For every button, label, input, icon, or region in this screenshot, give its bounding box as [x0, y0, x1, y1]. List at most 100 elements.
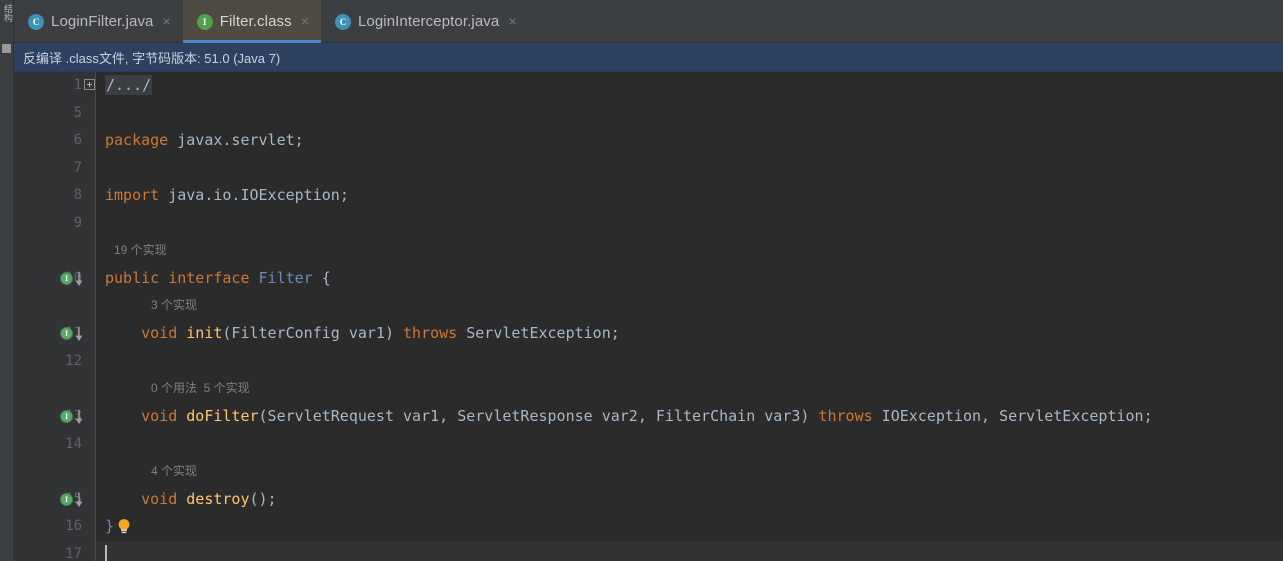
code-token: destroy	[186, 490, 250, 508]
inlay-hint[interactable]: 3 个实现	[151, 292, 197, 319]
code-line-text: import java.io.IOException;	[105, 182, 349, 209]
interface-icon: I	[196, 13, 213, 30]
code-row[interactable]: 0 个用法 5 个实现	[96, 375, 1283, 402]
code-row[interactable]: 4 个实现	[96, 458, 1283, 485]
code-token: void	[141, 490, 178, 508]
code-line-text: void doFilter(ServletRequest var1, Servl…	[105, 403, 1153, 430]
code-row[interactable]: }	[96, 513, 1283, 540]
code-row[interactable]	[96, 431, 1283, 458]
editor-tab-logininterceptor-java[interactable]: C LoginInterceptor.java ×	[321, 0, 529, 43]
code-row[interactable]: 3 个实现	[96, 292, 1283, 319]
code-token: IOException, ServletException;	[872, 407, 1153, 425]
code-token: ;	[339, 186, 349, 204]
gutter-row: 11 I	[14, 320, 83, 347]
gutter-row: 13 I	[14, 403, 83, 430]
code-row[interactable]: void destroy();	[96, 486, 1283, 513]
code-token: void	[141, 324, 178, 342]
code-token: javax.servlet	[168, 131, 295, 149]
code-token: java.io.IOException	[159, 186, 340, 204]
gutter-row: 14	[14, 431, 82, 458]
inlay-hint[interactable]: 19 个实现	[114, 237, 167, 264]
code-row[interactable]	[96, 100, 1283, 127]
code-row[interactable]: import java.io.IOException;	[96, 182, 1283, 209]
intellij-editor-window: 结构 C LoginFilter.java × I Filter.class × C Logi…	[0, 0, 1283, 561]
inlay-hint[interactable]: 4 个实现	[151, 458, 197, 485]
folded-placeholder-text[interactable]: /.../	[105, 75, 153, 95]
code-token: Filter	[258, 269, 313, 287]
gutter-row: 15 I	[14, 486, 83, 513]
folded-comment-region[interactable]: /.../	[105, 72, 153, 99]
line-number: 12	[65, 353, 82, 369]
gutter-row	[14, 237, 82, 264]
line-number: 17	[65, 546, 82, 561]
code-row[interactable]	[96, 210, 1283, 237]
interface-icon: I	[60, 410, 73, 423]
left-tool-window-stripe[interactable]: 结构	[0, 0, 14, 561]
code-folding-column[interactable]	[82, 72, 96, 561]
code-row[interactable]: package javax.servlet;	[96, 127, 1283, 154]
stripe-structure-label[interactable]: 结构	[1, 4, 13, 22]
code-row[interactable]: /.../	[96, 72, 1283, 99]
interface-icon: I	[60, 272, 73, 285]
tab-label: Filter.class	[219, 13, 292, 30]
code-token: ();	[249, 490, 277, 508]
code-text-area[interactable]: /.../package javax.servlet; import java.i…	[96, 72, 1283, 561]
close-icon[interactable]: ×	[506, 12, 518, 32]
code-token: init	[186, 324, 223, 342]
interface-icon: I	[60, 327, 73, 340]
code-row[interactable]	[96, 348, 1283, 375]
gutter-row: 17	[14, 541, 82, 561]
code-token: throws	[818, 407, 873, 425]
text-caret	[105, 545, 107, 561]
gutter-row	[14, 292, 82, 319]
code-token: (FilterConfig var1)	[222, 324, 404, 342]
code-line-text: void init(FilterConfig var1) throws Serv…	[105, 320, 620, 347]
gutter-row: 12	[14, 348, 82, 375]
editor-tab-filter-class[interactable]: I Filter.class ×	[182, 0, 322, 43]
gutter-row: 1	[14, 72, 82, 99]
inlay-hint[interactable]: 0 个用法 5 个实现	[151, 375, 250, 402]
code-editor[interactable]: 1 5 6 7 8 9 10 I 11 I 12 13 I 14 15 I 16 17 /.../ package …	[14, 72, 1283, 561]
tab-label: LoginInterceptor.java	[357, 13, 500, 30]
interface-icon: I	[60, 493, 73, 506]
code-row[interactable]	[96, 541, 1283, 561]
line-number: 7	[73, 160, 82, 176]
line-number: 16	[65, 518, 82, 534]
code-row[interactable]: 19 个实现	[96, 237, 1283, 264]
gutter-row: 10 I	[14, 265, 83, 292]
editor-tab-loginfilter-java[interactable]: C LoginFilter.java ×	[14, 0, 183, 43]
intention-bulb-icon[interactable]	[117, 518, 131, 535]
line-number: 9	[73, 215, 82, 231]
code-token: package	[105, 131, 169, 149]
gutter-row: 6	[14, 127, 82, 154]
code-row[interactable]: void doFilter(ServletRequest var1, Servl…	[96, 403, 1283, 430]
code-line-text: package javax.servlet;	[105, 127, 304, 154]
class-icon: C	[334, 13, 351, 30]
code-row[interactable]: void init(FilterConfig var1) throws Serv…	[96, 320, 1283, 347]
gutter-row: 8	[14, 182, 82, 209]
gutter-row	[14, 375, 82, 402]
expand-fold-icon[interactable]	[84, 79, 95, 90]
close-icon[interactable]: ×	[299, 12, 311, 32]
code-line-text: public interface Filter {	[105, 265, 331, 292]
code-row[interactable]	[96, 155, 1283, 182]
line-number: 5	[73, 105, 82, 121]
code-row[interactable]: public interface Filter {	[96, 265, 1283, 292]
code-line-text: void destroy();	[105, 486, 277, 513]
gutter-row: 9	[14, 210, 82, 237]
code-token: }	[105, 517, 115, 535]
code-token: void	[141, 407, 178, 425]
code-token: ServletException;	[457, 324, 620, 342]
editor-gutter[interactable]: 1 5 6 7 8 9 10 I 11 I 12 13 I 14 15 I 16 17	[14, 72, 83, 561]
gutter-row: 16	[14, 513, 82, 540]
stripe-toggle-icon[interactable]	[2, 44, 11, 53]
banner-text: 反编译 .class文件, 字节码版本: 51.0 (Java 7)	[23, 50, 281, 66]
line-number: 14	[65, 436, 82, 452]
close-icon[interactable]: ×	[161, 12, 173, 32]
tab-label: LoginFilter.java	[51, 13, 154, 30]
